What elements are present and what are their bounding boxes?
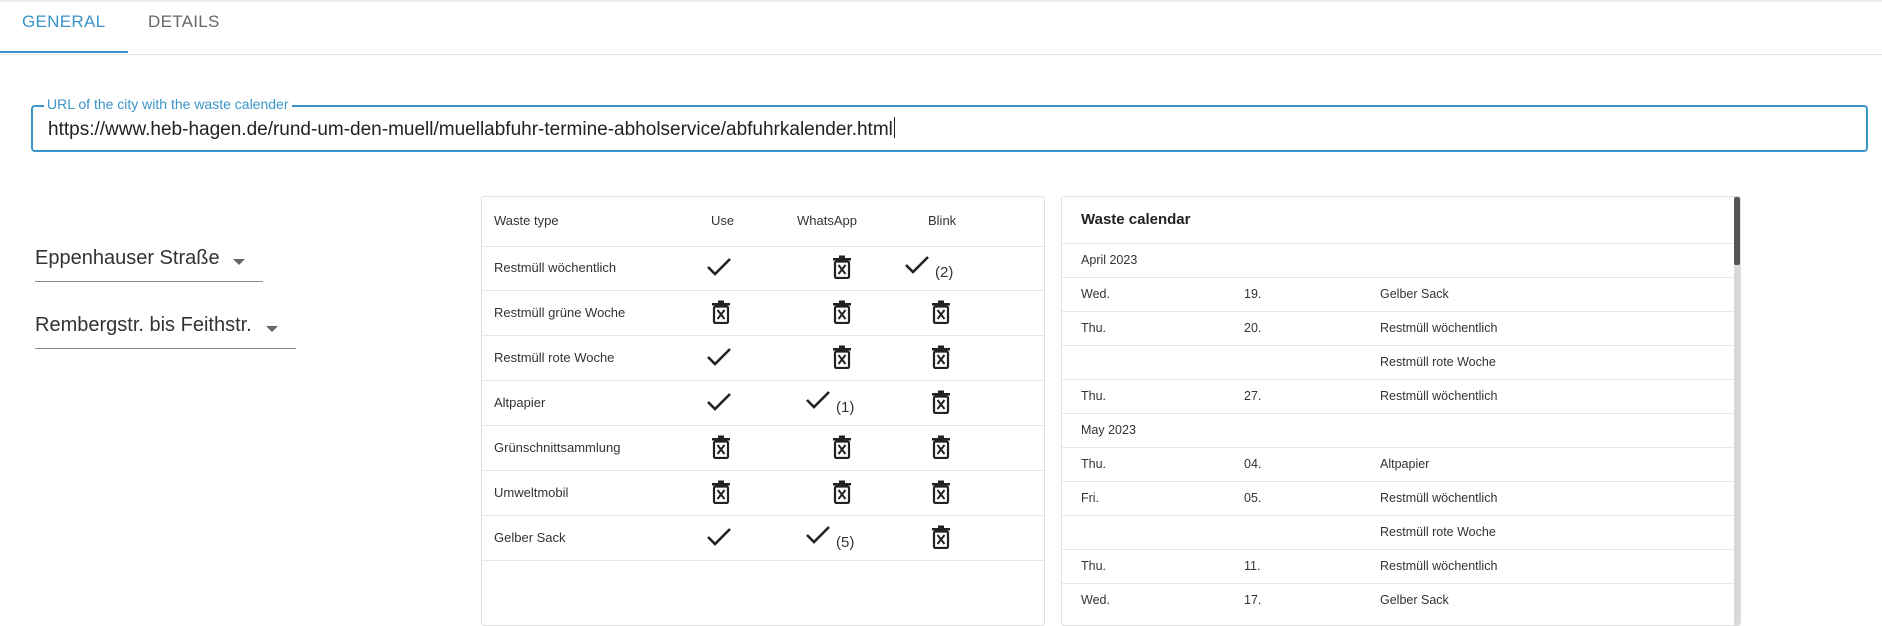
check-icon[interactable] [706,256,732,278]
header-whatsapp: WhatsApp [797,213,857,228]
trash-icon[interactable] [711,480,731,504]
header-blink: Blink [928,213,957,228]
calendar-month-row: April 2023 [1062,243,1735,278]
table-header-row: Waste type Use WhatsApp Blink [482,197,1044,247]
tab-details[interactable]: DETAILS [148,0,220,53]
check-icon[interactable] [805,524,831,546]
calendar-entry-row: Restmüll rote Woche [1062,345,1735,380]
check-icon[interactable] [706,346,732,368]
street-select[interactable]: Eppenhauser Straße [35,242,263,282]
calendar-waste-type: Restmüll wöchentlich [1380,491,1498,505]
text-caret [893,117,895,138]
calendar-date: 04. [1244,457,1262,471]
trash-icon[interactable] [832,480,852,504]
calendar-date: 11. [1244,559,1261,573]
calendar-waste-type: Gelber Sack [1380,593,1449,607]
tab-general[interactable]: GENERAL [22,0,105,53]
calendar-scrollbar-thumb[interactable] [1734,197,1740,265]
calendar-entry-row: Fri. 05. Restmüll wöchentlich [1062,481,1735,516]
trash-icon[interactable] [832,255,852,279]
street-select-value: Eppenhauser Straße [35,247,220,269]
trash-icon[interactable] [931,435,951,459]
calendar-waste-type: Restmüll wöchentlich [1380,321,1498,335]
header-use: Use [711,213,735,228]
waste-type-label: Restmüll wöchentlich [494,260,617,275]
tab-bar: GENERAL DETAILS [0,0,1882,55]
table-row: Restmüll wöchentlich (2) [482,246,1044,291]
calendar-entry-row: Thu. 11. Restmüll wöchentlich [1062,549,1735,584]
calendar-weekday: Thu. [1081,559,1107,573]
trash-icon[interactable] [711,300,731,324]
table-row: Restmüll grüne Woche [482,291,1044,336]
calendar-date: 27. [1244,389,1262,403]
calendar-month-row: May 2023 [1062,413,1735,448]
calendar-waste-type: Restmüll wöchentlich [1380,389,1498,403]
calendar-waste-type: Altpapier [1380,457,1430,471]
trash-icon[interactable] [832,300,852,324]
calendar-weekday: Wed. [1081,287,1110,301]
calendar-date: 05. [1244,491,1262,505]
calendar-entry-row: Restmüll rote Woche [1062,515,1735,550]
whatsapp-count-note: (5) [836,534,855,551]
trash-icon[interactable] [931,390,951,414]
waste-calendar: Waste calendar April 2023 Wed. 19. Gelber S… [1061,196,1741,626]
trash-icon[interactable] [931,300,951,324]
calendar-date: 19. [1244,287,1262,301]
calendar-entry-row: Thu. 04. Altpapier [1062,447,1735,482]
table-row: Umweltmobil [482,471,1044,516]
calendar-waste-type: Restmüll rote Woche [1380,355,1496,369]
header-waste-type: Waste type [494,213,559,228]
calendar-weekday: Wed. [1081,593,1110,607]
section-select[interactable]: Rembergstr. bis Feithstr. [35,309,296,349]
calendar-month-label: May 2023 [1081,423,1136,437]
waste-type-label: Restmüll rote Woche [494,350,615,365]
calendar-entry-row: Thu. 27. Restmüll wöchentlich [1062,379,1735,414]
waste-type-label: Grünschnittsammlung [494,440,621,455]
calendar-title: Waste calendar [1081,211,1191,228]
url-input-value[interactable]: https://www.heb-hagen.de/rund-um-den-mue… [48,117,895,141]
table-row: Altpapier (1) [482,381,1044,426]
whatsapp-count-note: (1) [836,399,855,416]
trash-icon[interactable] [931,525,951,549]
check-icon[interactable] [706,526,732,548]
waste-type-label: Altpapier [494,395,546,410]
calendar-weekday: Thu. [1081,389,1107,403]
calendar-date: 17. [1244,593,1262,607]
active-tab-indicator [0,51,128,53]
trash-icon[interactable] [931,480,951,504]
table-row: Restmüll rote Woche [482,336,1044,381]
blink-count-note: (2) [935,264,954,281]
calendar-waste-type: Gelber Sack [1380,287,1449,301]
calendar-entry-row: Thu. 20. Restmüll wöchentlich [1062,311,1735,346]
waste-type-label: Restmüll grüne Woche [494,305,626,320]
section-select-value: Rembergstr. bis Feithstr. [35,314,252,336]
calendar-weekday: Thu. [1081,457,1107,471]
calendar-entry-row: Wed. 17. Gelber Sack [1062,583,1735,618]
trash-icon[interactable] [711,435,731,459]
check-icon[interactable] [706,391,732,413]
calendar-weekday: Thu. [1081,321,1107,335]
waste-type-label: Umweltmobil [494,485,569,500]
trash-icon[interactable] [832,345,852,369]
table-row: Gelber Sack (5) [482,516,1044,561]
calendar-entry-row: Wed. 19. Gelber Sack [1062,277,1735,312]
trash-icon[interactable] [832,435,852,459]
calendar-date: 20. [1244,321,1262,335]
check-icon[interactable] [904,254,930,276]
chevron-down-icon [266,326,278,332]
calendar-waste-type: Restmüll rote Woche [1380,525,1496,539]
url-input-label: URL of the city with the waste calender [44,96,292,112]
waste-type-label: Gelber Sack [494,530,566,545]
waste-type-table: Waste type Use WhatsApp Blink Restmüll w… [481,196,1045,626]
calendar-month-label: April 2023 [1081,253,1138,267]
calendar-waste-type: Restmüll wöchentlich [1380,559,1498,573]
calendar-weekday: Fri. [1081,491,1100,505]
table-row: Grünschnittsammlung [482,426,1044,471]
check-icon[interactable] [805,389,831,411]
chevron-down-icon [233,259,245,265]
trash-icon[interactable] [931,345,951,369]
calendar-scrollbar[interactable] [1734,197,1740,625]
